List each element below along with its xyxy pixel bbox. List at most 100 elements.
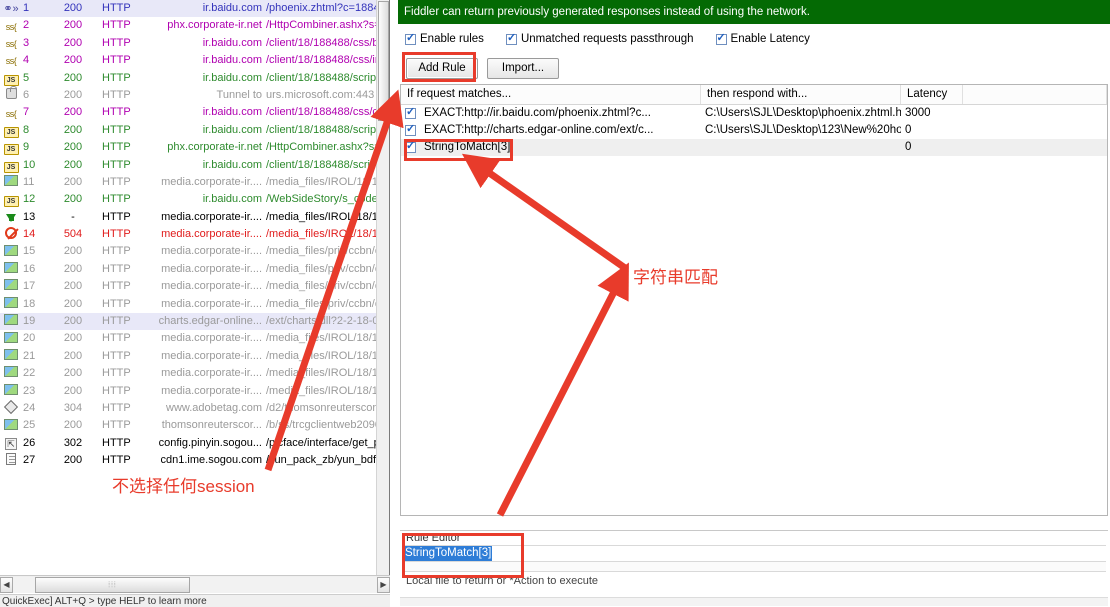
session-protocol: HTTP — [102, 436, 131, 449]
session-host: media.corporate-ir.... — [161, 297, 262, 310]
rule-enabled-checkbox[interactable] — [405, 140, 416, 153]
session-id: 22 — [23, 367, 36, 380]
session-id: 23 — [23, 384, 36, 397]
session-row[interactable]: JS 8 200 HTTP ir.baidu.com/client/18/188488/… — [0, 122, 389, 139]
import-button[interactable]: Import... — [487, 57, 559, 79]
rule-match-cell[interactable]: EXACT:http://charts.edgar-online.com/ext… — [401, 122, 701, 139]
hscroll-right-arrow-icon[interactable]: ▶ — [377, 576, 390, 593]
session-host: ir.baidu.com — [202, 106, 262, 119]
rules-grid[interactable]: If request matches... then respond with.… — [400, 84, 1108, 516]
session-row[interactable]: 6 200 HTTP Tunnel to urs.microsoft.com:443 — [0, 86, 389, 104]
image-file-icon — [4, 175, 18, 187]
add-rule-button[interactable]: Add Rule — [406, 57, 478, 79]
session-row[interactable]: 24 304 HTTP www.adobetag.com/d2/thomsonreut… — [0, 400, 389, 417]
session-row[interactable]: 14 504 HTTP media.corporate-ir.... /media_fi… — [0, 226, 389, 243]
rule-enabled-checkbox[interactable] — [405, 106, 416, 119]
session-row[interactable]: ⚭» 1 200 HTTP ir.baidu.com/phoenix.zhtml?c=1… — [0, 0, 389, 18]
session-row[interactable]: 16 200 HTTP media.corporate-ir.... /media_fi… — [0, 261, 389, 278]
column-header-match[interactable]: If request matches... — [401, 85, 701, 104]
checkbox-label: Enable Latency — [730, 33, 810, 45]
session-row[interactable]: 17 200 HTTP media.corporate-ir.... /media_fi… — [0, 278, 389, 295]
session-protocol: HTTP — [102, 262, 131, 275]
checkbox-enable-latency[interactable]: Enable Latency — [715, 32, 810, 45]
session-result: 200 — [63, 123, 83, 136]
session-row[interactable]: ss{4 200 HTTP ir.baidu.com/client/18/188488… — [0, 52, 389, 69]
rule-editor-action-input[interactable] — [404, 562, 1106, 572]
rule-enabled-checkbox[interactable] — [405, 123, 416, 136]
session-row[interactable]: 15 200 HTTP media.corporate-ir.... /media_fi… — [0, 243, 389, 260]
document-icon — [6, 453, 16, 466]
session-result: 200 — [63, 36, 83, 49]
rule-row[interactable]: StringToMatch[3] 0 — [401, 139, 1107, 156]
checkmark-icon[interactable] — [715, 32, 727, 45]
session-row[interactable]: 23 200 HTTP media.corporate-ir.... /media_fi… — [0, 383, 389, 400]
session-row[interactable]: ss{7 200 HTTP ir.baidu.com/client/18/188488… — [0, 104, 389, 121]
rule-editor-match-row[interactable]: StringToMatch[3] — [404, 545, 1106, 562]
rule-row[interactable]: EXACT:http://charts.edgar-online.com/ext… — [401, 122, 1107, 139]
session-host: www.adobetag.com — [166, 401, 262, 414]
checkbox-enable-rules[interactable]: Enable rules — [405, 32, 484, 45]
session-row[interactable]: 22 200 HTTP media.corporate-ir.... /media_fi… — [0, 365, 389, 382]
rule-respond-cell[interactable]: C:\Users\SJL\Desktop\123\New%20homepage.… — [701, 122, 901, 139]
checkmark-icon[interactable] — [405, 32, 416, 45]
sessions-horizontal-scrollbar[interactable]: ◀ ⦙⦙⦙ ▶ — [0, 575, 390, 593]
session-url: /client/18/188488/css/ccb — [266, 106, 388, 119]
session-rows-container[interactable]: ⚭» 1 200 HTTP ir.baidu.com/phoenix.zhtml?c=1… — [0, 0, 389, 470]
rule-editor-match-input[interactable]: StringToMatch[3] — [404, 546, 493, 561]
session-id: 2 — [23, 19, 30, 32]
rule-latency-cell[interactable]: 3000 — [901, 105, 963, 122]
column-header-latency[interactable]: Latency — [901, 85, 963, 104]
session-row[interactable]: ⇱ 26 302 HTTP config.pinyin.sogou... /picface… — [0, 435, 389, 452]
session-row[interactable]: ss{3 200 HTTP ir.baidu.com/client/18/188488… — [0, 35, 389, 52]
session-row[interactable]: 20 200 HTTP media.corporate-ir.... /media_fi… — [0, 330, 389, 347]
checkbox-label: Enable rules — [420, 33, 484, 45]
session-row[interactable]: 19 200 HTTP charts.edgar-online... /ext/char… — [0, 313, 389, 331]
session-id: 8 — [23, 123, 30, 136]
checkbox-unmatched-passthrough[interactable]: Unmatched requests passthrough — [505, 32, 694, 45]
session-id: 21 — [23, 349, 36, 362]
rule-latency-cell[interactable]: 0 — [901, 122, 963, 139]
hscroll-track[interactable]: ⦙⦙⦙ — [13, 576, 377, 593]
sessions-vertical-scrollbar[interactable] — [376, 0, 389, 575]
rule-row[interactable]: EXACT:http://ir.baidu.com/phoenix.zhtml?… — [401, 105, 1107, 122]
hscroll-thumb[interactable]: ⦙⦙⦙ — [35, 576, 190, 593]
session-result: 200 — [63, 71, 83, 84]
session-type-icon-cell: ss{ — [0, 105, 22, 122]
session-type-icon-cell — [0, 174, 22, 191]
session-row[interactable]: JS 12 200 HTTP ir.baidu.com/WebSideStory/s_c… — [0, 191, 389, 208]
session-row[interactable]: ss{2 200 HTTP phx.corporate-ir.net/HttpComb… — [0, 17, 389, 34]
session-protocol: HTTP — [102, 193, 131, 206]
session-row[interactable]: JS 5 200 HTTP ir.baidu.com/client/18/188488/… — [0, 70, 389, 87]
session-row[interactable]: JS 10 200 HTTP ir.baidu.com/client/18/188488… — [0, 157, 389, 174]
session-row[interactable]: 11 200 HTTP media.corporate-ir.... /media_fi… — [0, 174, 389, 191]
sessions-vscroll-thumb[interactable] — [378, 1, 389, 121]
hscroll-left-arrow-icon[interactable]: ◀ — [0, 576, 13, 593]
session-id: 5 — [23, 71, 30, 84]
session-protocol: HTTP — [102, 401, 131, 414]
session-row[interactable]: 25 200 HTTP thomsonreuterscor... /b/ss/trcgc… — [0, 417, 389, 434]
session-row[interactable]: 18 200 HTTP media.corporate-ir.... /media_fi… — [0, 296, 389, 313]
rules-rows-container[interactable]: EXACT:http://ir.baidu.com/phoenix.zhtml?… — [401, 105, 1107, 156]
rule-latency-cell[interactable]: 0 — [901, 139, 963, 156]
session-url: /media_files/priv/ccbn/ev — [266, 262, 387, 275]
checkmark-icon[interactable] — [505, 32, 517, 45]
session-url: /client/18/188488/script/i — [266, 158, 385, 171]
rule-match-cell[interactable]: StringToMatch[3] — [401, 139, 701, 156]
column-header-respond[interactable]: then respond with... — [701, 85, 901, 104]
session-row[interactable]: 13 - HTTP media.corporate-ir.... /media_file… — [0, 209, 389, 226]
session-type-icon-cell — [0, 365, 22, 382]
session-id: 19 — [23, 315, 36, 328]
rule-match-cell[interactable]: EXACT:http://ir.baidu.com/phoenix.zhtml?… — [401, 105, 701, 122]
session-id: 17 — [23, 280, 36, 293]
session-url: /client/18/188488/css/bo — [266, 36, 385, 49]
image-file-icon — [4, 262, 18, 274]
js-file-icon: JS — [3, 196, 19, 208]
session-row[interactable]: 27 200 HTTP cdn1.ime.sogou.com/yun_pack_zb/… — [0, 452, 389, 469]
session-type-icon-cell: ⇱ — [0, 435, 22, 452]
session-url: /client/18/188488/script/i — [266, 71, 385, 84]
session-row[interactable]: JS 9 200 HTTP phx.corporate-ir.net/HttpCombi… — [0, 139, 389, 156]
session-url: /picface/interface/get_pic — [266, 436, 388, 449]
image-file-icon — [4, 314, 18, 326]
rule-respond-cell[interactable]: C:\Users\SJL\Desktop\phoenix.zhtml.htm — [701, 105, 901, 122]
session-row[interactable]: 21 200 HTTP media.corporate-ir.... /media_fi… — [0, 348, 389, 365]
